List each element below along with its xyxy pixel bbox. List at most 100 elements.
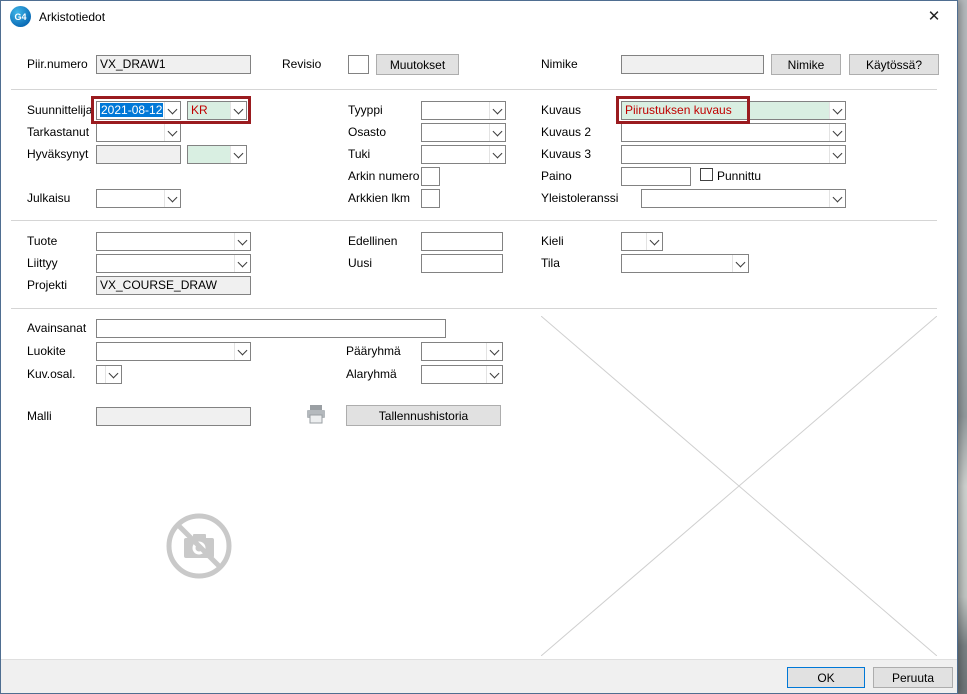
luokite-dropdown-button[interactable] bbox=[234, 343, 250, 360]
luokite-combo[interactable] bbox=[96, 342, 251, 361]
tila-dropdown-button[interactable] bbox=[732, 255, 748, 272]
chevron-down-icon bbox=[650, 235, 660, 245]
kuvaus3-label: Kuvaus 3 bbox=[541, 148, 591, 161]
chevron-down-icon bbox=[493, 148, 503, 158]
ok-button[interactable]: OK bbox=[787, 667, 865, 688]
suunnittelija-date-combo[interactable]: 2021-08-12 bbox=[96, 101, 181, 120]
arkin-numero-field[interactable] bbox=[421, 167, 440, 186]
suunnittelija-label: Suunnittelija bbox=[27, 104, 92, 117]
punnittu-label: Punnittu bbox=[717, 170, 761, 183]
tila-combo[interactable] bbox=[621, 254, 749, 273]
close-icon: ✕ bbox=[928, 7, 941, 25]
osasto-combo[interactable] bbox=[421, 123, 506, 142]
arkkien-lkm-field[interactable] bbox=[421, 189, 440, 208]
nimike-field[interactable] bbox=[621, 55, 764, 74]
chevron-down-icon bbox=[490, 368, 500, 378]
arkin-numero-label: Arkin numero bbox=[348, 170, 419, 183]
window-title: Arkistotiedot bbox=[39, 10, 105, 24]
uusi-label: Uusi bbox=[348, 257, 372, 270]
luokite-label: Luokite bbox=[27, 345, 66, 358]
yleistoleranssi-combo[interactable] bbox=[641, 189, 846, 208]
hyvaksynyt-field[interactable] bbox=[96, 145, 181, 164]
tuki-dropdown-button[interactable] bbox=[489, 146, 505, 163]
suunnittelija-initials-dropdown-button[interactable] bbox=[230, 102, 246, 119]
nimike-button[interactable]: Nimike bbox=[771, 54, 841, 75]
osasto-dropdown-button[interactable] bbox=[489, 124, 505, 141]
kuvaus-value: Piirustuksen kuvaus bbox=[622, 102, 829, 119]
tarkastanut-label: Tarkastanut bbox=[27, 126, 89, 139]
julkaisu-combo[interactable] bbox=[96, 189, 181, 208]
separator bbox=[11, 220, 937, 221]
tyyppi-label: Tyyppi bbox=[348, 104, 383, 117]
tuote-dropdown-button[interactable] bbox=[234, 233, 250, 250]
muutokset-button[interactable]: Muutokset bbox=[376, 54, 459, 75]
tarkastanut-combo[interactable] bbox=[96, 123, 181, 142]
chevron-down-icon bbox=[168, 126, 178, 136]
uusi-field[interactable] bbox=[421, 254, 503, 273]
tyyppi-dropdown-button[interactable] bbox=[489, 102, 505, 119]
malli-field[interactable] bbox=[96, 407, 251, 426]
kuvaus3-dropdown-button[interactable] bbox=[829, 146, 845, 163]
drawing-preview-area bbox=[541, 316, 937, 656]
kuvaus2-combo[interactable] bbox=[621, 123, 846, 142]
kuvaus-dropdown-button[interactable] bbox=[829, 102, 845, 119]
chevron-down-icon bbox=[493, 126, 503, 136]
tallennushistoria-button[interactable]: Tallennushistoria bbox=[346, 405, 501, 426]
julkaisu-dropdown-button[interactable] bbox=[164, 190, 180, 207]
tuki-label: Tuki bbox=[348, 148, 370, 161]
yleistoleranssi-dropdown-button[interactable] bbox=[829, 190, 845, 207]
tuote-combo[interactable] bbox=[96, 232, 251, 251]
g4-logo-text: G4 bbox=[14, 12, 26, 22]
tuki-combo[interactable] bbox=[421, 145, 506, 164]
liittyy-combo[interactable] bbox=[96, 254, 251, 273]
chevron-down-icon bbox=[493, 104, 503, 114]
revisio-label: Revisio bbox=[282, 58, 321, 71]
kuv-osal-dropdown-button[interactable] bbox=[105, 366, 121, 383]
hyvaksynyt-initials-combo[interactable] bbox=[187, 145, 247, 164]
paino-field[interactable] bbox=[621, 167, 691, 186]
paaryhma-dropdown-button[interactable] bbox=[486, 343, 502, 360]
tarkastanut-dropdown-button[interactable] bbox=[164, 124, 180, 141]
kuvaus3-combo[interactable] bbox=[621, 145, 846, 164]
kieli-dropdown-button[interactable] bbox=[646, 233, 662, 250]
tyyppi-combo[interactable] bbox=[421, 101, 506, 120]
alaryhma-combo[interactable] bbox=[421, 365, 503, 384]
hyvaksynyt-dropdown-button[interactable] bbox=[230, 146, 246, 163]
kaytossa-button[interactable]: Käytössä? bbox=[849, 54, 939, 75]
kieli-combo[interactable] bbox=[621, 232, 663, 251]
paaryhma-combo[interactable] bbox=[421, 342, 503, 361]
suunnittelija-date-value: 2021-08-12 bbox=[100, 103, 163, 117]
punnittu-checkbox[interactable] bbox=[700, 168, 713, 181]
malli-label: Malli bbox=[27, 410, 52, 423]
nimike-label: Nimike bbox=[541, 58, 578, 71]
chevron-down-icon bbox=[833, 148, 843, 158]
chevron-down-icon bbox=[833, 126, 843, 136]
suunnittelija-initials-combo[interactable]: KR bbox=[187, 101, 247, 120]
chevron-down-icon bbox=[238, 345, 248, 355]
chevron-down-icon bbox=[168, 192, 178, 202]
close-button[interactable]: ✕ bbox=[917, 1, 951, 31]
kuvaus2-dropdown-button[interactable] bbox=[829, 124, 845, 141]
chevron-down-icon bbox=[238, 257, 248, 267]
piir-numero-field[interactable]: VX_DRAW1 bbox=[96, 55, 251, 74]
projekti-field[interactable]: VX_COURSE_DRAW bbox=[96, 276, 251, 295]
edellinen-field[interactable] bbox=[421, 232, 503, 251]
julkaisu-label: Julkaisu bbox=[27, 192, 70, 205]
kieli-label: Kieli bbox=[541, 235, 564, 248]
kuvaus-combo[interactable]: Piirustuksen kuvaus bbox=[621, 101, 846, 120]
revisio-field[interactable] bbox=[348, 55, 369, 74]
avainsanat-field[interactable] bbox=[96, 319, 446, 338]
dialog-arkistotiedot: G4 Arkistotiedot ✕ Piir.numero VX_DRAW1 … bbox=[0, 0, 958, 694]
title-bar[interactable]: G4 Arkistotiedot ✕ bbox=[1, 1, 957, 32]
liittyy-dropdown-button[interactable] bbox=[234, 255, 250, 272]
separator bbox=[11, 89, 937, 90]
cancel-button[interactable]: Peruuta bbox=[873, 667, 953, 688]
printer-icon[interactable] bbox=[305, 403, 327, 425]
chevron-down-icon bbox=[234, 148, 244, 158]
kuv-osal-combo[interactable] bbox=[96, 365, 122, 384]
alaryhma-dropdown-button[interactable] bbox=[486, 366, 502, 383]
chevron-down-icon bbox=[490, 345, 500, 355]
no-image-icon bbox=[163, 510, 235, 587]
chevron-down-icon bbox=[109, 368, 119, 378]
suunnittelija-date-dropdown-button[interactable] bbox=[164, 102, 180, 119]
